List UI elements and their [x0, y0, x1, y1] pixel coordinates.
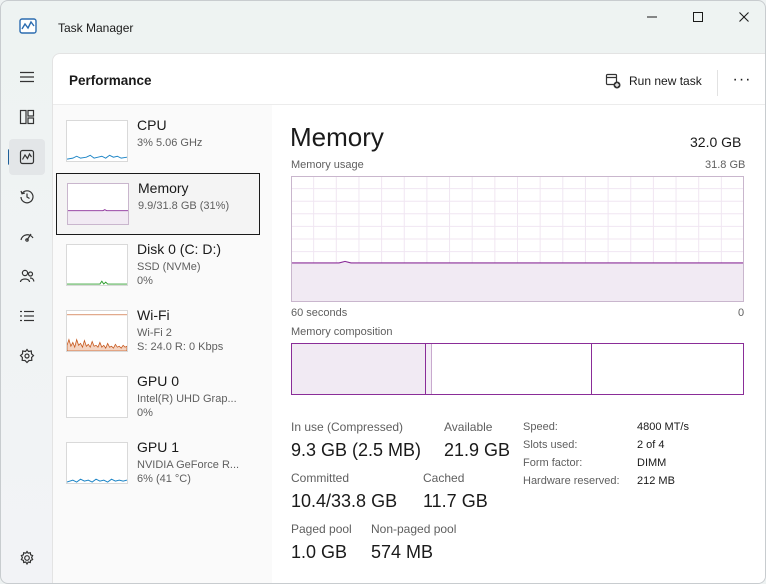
composition-free: [592, 344, 743, 394]
device-detail: 0%: [137, 407, 153, 419]
close-icon: [739, 12, 749, 22]
header-separator: [717, 70, 718, 96]
run-new-task-icon: [605, 73, 621, 89]
app-history-icon: [20, 190, 34, 204]
main-panel: Performance Run new task ··· CPU 3% 5.06…: [52, 53, 765, 583]
paged-pool-value: 1.0 GB: [291, 542, 348, 562]
memory-usage-graph: [291, 176, 744, 302]
device-name: GPU 0: [137, 373, 180, 389]
committed-label: Committed: [291, 471, 350, 485]
hamburger-menu-button[interactable]: [9, 59, 45, 95]
device-item-disk-0[interactable]: Disk 0 (C: D:) SSD (NVMe) 0%: [56, 235, 260, 297]
maximize-icon: [693, 12, 703, 22]
device-name: Memory: [138, 180, 189, 196]
in-use-value: 9.3 GB (2.5 MB): [291, 440, 422, 460]
spec-label: Slots used:: [523, 439, 578, 451]
memory-thumbnail-graph: [67, 183, 129, 225]
spec-value: 4800 MT/s: [637, 421, 689, 433]
more-icon: ···: [732, 71, 752, 88]
device-detail: 6% (41 °C): [137, 473, 191, 485]
non-paged-pool-value: 574 MB: [371, 542, 434, 562]
maximize-button[interactable]: [675, 1, 721, 33]
spec-label: Speed:: [523, 421, 558, 433]
cpu-thumbnail-graph: [66, 120, 128, 162]
nav-settings-button[interactable]: [9, 540, 45, 576]
title-bar: Task Manager: [1, 1, 765, 53]
spec-value: 212 MB: [637, 475, 675, 487]
in-use-label: In use (Compressed): [291, 420, 404, 434]
time-axis-start: 60 seconds: [291, 307, 348, 319]
run-new-task-label: Run new task: [629, 74, 702, 88]
minimize-icon: [647, 16, 657, 18]
device-detail: 3% 5.06 GHz: [137, 137, 203, 149]
device-item-gpu-0[interactable]: GPU 0 Intel(R) UHD Grap... 0%: [56, 367, 260, 429]
device-item-cpu[interactable]: CPU 3% 5.06 GHz: [56, 111, 260, 173]
resource-title: Memory: [290, 122, 384, 152]
services-icon: [19, 348, 35, 364]
nav-startup-apps-button[interactable]: [9, 219, 45, 255]
device-item-memory[interactable]: Memory 9.9/31.8 GB (31%): [56, 173, 260, 235]
nav-services-button[interactable]: [9, 338, 45, 374]
nav-performance-button[interactable]: [9, 139, 45, 175]
minimize-button[interactable]: [629, 1, 675, 33]
gpu-1-thumbnail-graph: [66, 442, 128, 484]
gpu-0-thumbnail-graph: [66, 376, 128, 418]
spec-value: DIMM: [637, 457, 667, 469]
spec-label: Hardware reserved:: [523, 475, 620, 487]
processes-icon: [19, 109, 35, 125]
device-detail: Intel(R) UHD Grap...: [137, 393, 237, 405]
device-detail: S: 24.0 R: 0 Kbps: [137, 341, 224, 353]
time-axis-end: 0: [738, 307, 745, 319]
available-label: Available: [444, 420, 493, 434]
page-title: Performance: [69, 73, 152, 88]
cached-label: Cached: [423, 471, 465, 485]
window-title: Task Manager: [58, 21, 134, 35]
device-name: Wi-Fi: [137, 307, 170, 323]
composition-standby: [432, 344, 592, 394]
spec-label: Form factor:: [523, 457, 583, 469]
nav-users-button[interactable]: [9, 258, 45, 294]
non-paged-pool-label: Non-paged pool: [371, 522, 457, 536]
run-new-task-button[interactable]: Run new task: [605, 70, 702, 92]
memory-composition-label: Memory composition: [291, 326, 393, 338]
nav-app-history-button[interactable]: [9, 179, 45, 215]
nav-details-button[interactable]: [9, 298, 45, 334]
device-detail: 9.9/31.8 GB (31%): [138, 200, 230, 212]
composition-in-use: [292, 344, 426, 394]
device-name: CPU: [137, 117, 167, 133]
more-options-button[interactable]: ···: [728, 69, 756, 91]
memory-composition-bar: [291, 343, 744, 395]
committed-value: 10.4/33.8 GB: [291, 491, 398, 511]
task-manager-app-icon: [19, 18, 37, 34]
details-icon: [20, 310, 34, 322]
disk-thumbnail-graph: [66, 244, 128, 286]
startup-apps-icon: [20, 233, 34, 242]
performance-icon: [19, 149, 35, 165]
close-button[interactable]: [721, 1, 765, 33]
device-detail: SSD (NVMe): [137, 261, 201, 273]
device-item-wifi[interactable]: Wi-Fi Wi-Fi 2 S: 24.0 R: 0 Kbps: [56, 301, 260, 363]
memory-usage-max: 31.8 GB: [705, 159, 746, 171]
users-icon: [19, 269, 35, 283]
hamburger-icon: [20, 71, 34, 83]
available-value: 21.9 GB: [444, 440, 511, 460]
device-detail: NVIDIA GeForce R...: [137, 459, 240, 471]
device-name: Disk 0 (C: D:): [137, 241, 221, 257]
wifi-thumbnail-graph: [66, 310, 128, 352]
usage-area: [291, 262, 744, 302]
task-manager-window: Task Manager Performance Run new task ··…: [0, 0, 766, 584]
device-detail: Wi-Fi 2: [137, 327, 172, 339]
device-name: GPU 1: [137, 439, 180, 455]
cached-value: 11.7 GB: [423, 491, 488, 511]
settings-icon: [20, 550, 34, 566]
paged-pool-label: Paged pool: [291, 522, 352, 536]
device-list: CPU 3% 5.06 GHz Memory 9.9/31.8 GB (31%)…: [53, 105, 272, 583]
spec-value: 2 of 4: [637, 439, 665, 451]
device-detail: 0%: [137, 275, 153, 287]
device-item-gpu-1[interactable]: GPU 1 NVIDIA GeForce R... 6% (41 °C): [56, 433, 260, 495]
nav-processes-button[interactable]: [9, 99, 45, 135]
memory-usage-label: Memory usage: [291, 159, 364, 171]
resource-total: 32.0 GB: [690, 134, 742, 150]
